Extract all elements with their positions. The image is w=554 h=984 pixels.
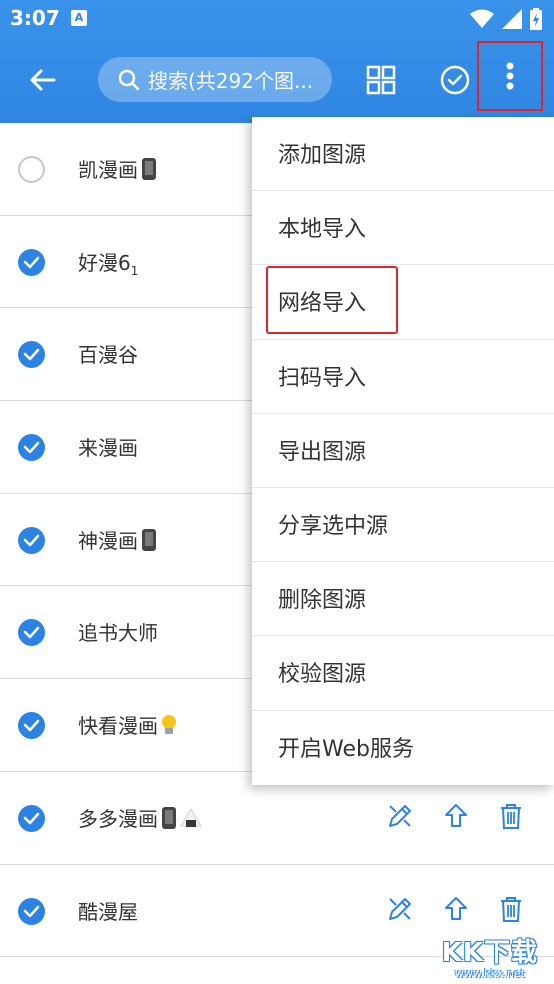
status-time: 3:07 (10, 6, 60, 30)
phone-icon (162, 806, 176, 829)
check-circle-icon (440, 65, 470, 95)
wifi-icon (470, 9, 494, 28)
app-bar: 3:07 A 搜索(共292个图... (0, 0, 554, 123)
checkmark-icon (23, 627, 40, 639)
source-subscript: 1 (130, 263, 139, 278)
rice-ball-icon (180, 807, 202, 827)
overflow-menu: 添加图源 本地导入 网络导入 扫码导入 导出图源 分享选中源 删除图源 校验图源… (252, 117, 554, 785)
checkmark-icon (23, 719, 40, 732)
source-name: 快看漫画 (78, 714, 158, 739)
menu-item-delete-source[interactable]: 删除图源 (252, 562, 554, 637)
phone-icon (142, 158, 156, 180)
menu-item-label: 分享选中源 (278, 513, 389, 539)
search-placeholder: 搜索(共292个图... (148, 69, 314, 93)
source-name: 来漫画 (78, 436, 138, 461)
trash-icon[interactable] (498, 895, 524, 923)
menu-item-verify-source[interactable]: 校验图源 (252, 636, 554, 711)
checkbox-checked[interactable] (18, 248, 45, 276)
menu-item-label: 扫码导入 (278, 365, 367, 391)
menu-item-label: 删除图源 (278, 588, 367, 614)
signal-icon (502, 9, 522, 29)
menu-item-network-import[interactable]: 网络导入 (252, 265, 554, 340)
checkmark-icon (23, 349, 40, 361)
trash-icon[interactable] (498, 802, 524, 830)
menu-item-add-source[interactable]: 添加图源 (252, 117, 554, 192)
source-name: 酷漫屋 (78, 899, 138, 924)
source-name: 百漫谷 (78, 343, 138, 368)
checkmark-icon (23, 812, 40, 825)
checkbox-checked[interactable] (18, 341, 45, 369)
checkbox-checked[interactable] (18, 712, 45, 740)
upload-icon[interactable] (442, 895, 470, 923)
search-icon (118, 69, 140, 90)
watermark-logo: KK下载 (441, 938, 538, 968)
checkbox-checked[interactable] (18, 619, 45, 647)
more-vertical-icon (506, 62, 514, 90)
status-bar: 3:07 A (0, 0, 554, 36)
arrow-left-icon (30, 69, 56, 91)
source-name: 神漫画 (78, 528, 138, 553)
edit-icon[interactable] (386, 895, 414, 923)
status-icons (470, 8, 542, 30)
grid-view-button[interactable] (363, 62, 399, 98)
menu-item-label: 添加图源 (278, 143, 367, 168)
checkbox-checked[interactable] (18, 526, 45, 554)
battery-icon (530, 8, 542, 30)
grid-icon (366, 65, 396, 95)
checkbox-unchecked[interactable] (18, 156, 45, 183)
checkbox-checked[interactable] (18, 897, 45, 925)
checkmark-icon (23, 534, 40, 546)
phone-icon (142, 528, 156, 551)
source-name: 好漫6 (78, 250, 131, 275)
menu-item-share-selected[interactable]: 分享选中源 (252, 488, 554, 563)
checkbox-checked[interactable] (18, 434, 45, 462)
menu-item-web-service[interactable]: 开启Web服务 (252, 711, 554, 785)
menu-item-local-import[interactable]: 本地导入 (252, 191, 554, 266)
menu-item-label: 校验图源 (278, 662, 367, 688)
search-input[interactable]: 搜索(共292个图... (98, 57, 332, 102)
menu-item-export-source[interactable]: 导出图源 (252, 414, 554, 488)
menu-item-label: 网络导入 (278, 291, 367, 317)
watermark-url: www.kkx.net (454, 967, 525, 980)
notification-a-icon: A (71, 10, 87, 26)
back-button[interactable] (24, 62, 60, 98)
list-item[interactable]: 多多漫画 (0, 772, 554, 865)
upload-icon[interactable] (442, 802, 470, 830)
watermark: KK下载 www.kkx.net (442, 932, 538, 980)
menu-item-scan-import[interactable]: 扫码导入 (252, 340, 554, 414)
checkmark-icon (23, 441, 40, 454)
row-actions (386, 802, 524, 830)
edit-icon[interactable] (386, 802, 414, 830)
checkmark-icon (23, 905, 40, 917)
lightbulb-icon (162, 715, 176, 735)
more-options-button[interactable] (477, 41, 543, 111)
row-actions (386, 895, 524, 923)
source-name: 多多漫画 (78, 806, 158, 831)
menu-item-label: 导出图源 (278, 439, 367, 465)
menu-item-label: 本地导入 (278, 217, 367, 243)
menu-item-label: 开启Web服务 (278, 736, 414, 762)
source-name: 追书大师 (78, 621, 158, 646)
select-all-button[interactable] (437, 62, 473, 98)
source-name: 凯漫画 (78, 158, 138, 182)
checkmark-icon (23, 256, 40, 268)
checkbox-checked[interactable] (18, 804, 45, 832)
